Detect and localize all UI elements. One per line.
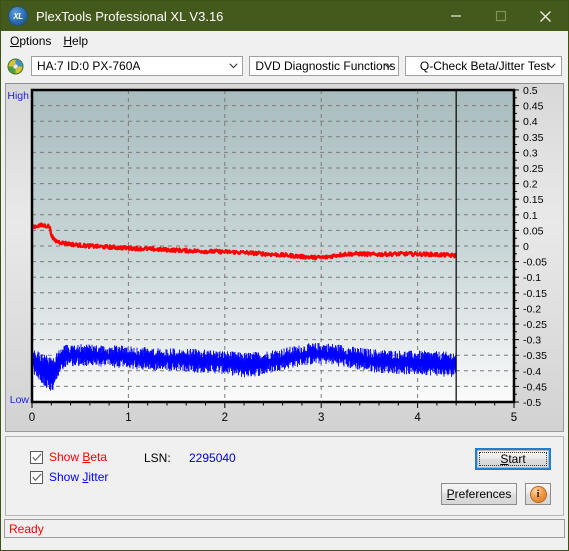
show-jitter-label: Show Jitter <box>49 470 109 484</box>
optical-disc-icon <box>7 58 24 75</box>
menu-bar: Options Help <box>1 31 568 51</box>
function-select[interactable]: DVD Diagnostic Functions <box>249 56 399 76</box>
svg-text:-0.45: -0.45 <box>523 381 547 393</box>
test-select-label: Q-Check Beta/Jitter Test <box>419 59 550 73</box>
svg-text:3: 3 <box>318 412 324 424</box>
show-beta-checkbox[interactable] <box>30 450 43 464</box>
start-button-focus-ring: Start <box>475 448 551 470</box>
svg-text:-0.15: -0.15 <box>523 288 547 300</box>
svg-text:1: 1 <box>125 412 131 424</box>
test-select[interactable]: Q-Check Beta/Jitter Test <box>404 56 562 76</box>
svg-text:5: 5 <box>511 412 517 424</box>
menu-item-options[interactable]: Options <box>7 32 60 50</box>
svg-text:0.05: 0.05 <box>523 225 544 237</box>
window-title: PlexTools Professional XL V3.16 <box>36 8 224 24</box>
svg-text:0.25: 0.25 <box>523 163 544 175</box>
xl-logo-icon: XL <box>9 7 27 25</box>
svg-text:Low: Low <box>10 394 30 406</box>
svg-text:0.1: 0.1 <box>523 210 538 222</box>
beta-jitter-chart: 0.5 0.45 0.4 0.35 0.3 0.25 0.2 0.15 0.1 0.05 0 -0.0… <box>7 85 547 424</box>
minimize-icon[interactable] <box>433 1 478 31</box>
window-controls <box>433 1 568 31</box>
controls-panel: Show Beta Show Jitter LSN: 2295040 Start… <box>5 436 564 516</box>
title-bar: XL PlexTools Professional XL V3.16 <box>1 1 568 31</box>
svg-text:-0.05: -0.05 <box>523 257 547 269</box>
preferences-button[interactable]: Preferences <box>441 483 517 505</box>
application-window: XL PlexTools Professional XL V3.16 Optio… <box>0 0 569 551</box>
status-bar: Ready <box>4 519 565 538</box>
menu-item-help[interactable]: Help <box>60 32 97 50</box>
svg-text:-0.3: -0.3 <box>523 335 541 347</box>
svg-text:0.45: 0.45 <box>523 101 544 113</box>
svg-text:0: 0 <box>29 412 35 424</box>
lsn-label: LSN: <box>144 451 171 465</box>
lsn-value: 2295040 <box>189 451 236 465</box>
menu-item-options-label: ptions <box>19 34 52 48</box>
show-jitter-row[interactable]: Show Jitter <box>30 470 108 484</box>
svg-text:0.35: 0.35 <box>523 132 544 144</box>
maximize-icon[interactable] <box>478 1 523 31</box>
svg-text:0.3: 0.3 <box>523 147 538 159</box>
close-icon[interactable] <box>523 1 568 31</box>
svg-text:High: High <box>7 90 29 102</box>
svg-text:0: 0 <box>523 241 529 253</box>
svg-text:2: 2 <box>222 412 228 424</box>
status-text: Ready <box>9 521 44 536</box>
svg-text:-0.25: -0.25 <box>523 319 547 331</box>
drive-select[interactable]: HA:7 ID:0 PX-760A <box>31 56 244 76</box>
svg-text:-0.2: -0.2 <box>523 303 541 315</box>
show-jitter-checkbox[interactable] <box>30 470 43 484</box>
svg-text:0.4: 0.4 <box>523 116 538 128</box>
drive-select-label: HA:7 ID:0 PX-760A <box>37 59 141 73</box>
start-button[interactable]: Start <box>477 450 549 468</box>
svg-text:4: 4 <box>414 412 421 424</box>
info-icon: i <box>530 486 546 502</box>
checkmark-icon <box>31 452 42 461</box>
info-button[interactable]: i <box>525 483 551 505</box>
checkmark-icon <box>31 472 42 481</box>
show-beta-row[interactable]: Show Beta <box>30 450 107 464</box>
svg-text:-0.35: -0.35 <box>523 350 547 362</box>
chevron-down-icon <box>382 63 395 69</box>
svg-text:0.5: 0.5 <box>523 85 538 97</box>
svg-text:-0.4: -0.4 <box>523 366 541 378</box>
toolbar: HA:7 ID:0 PX-760A DVD Diagnostic Functio… <box>1 51 568 81</box>
menu-item-help-label: elp <box>72 34 89 48</box>
function-select-label: DVD Diagnostic Functions <box>255 59 396 73</box>
svg-text:-0.5: -0.5 <box>523 397 541 409</box>
show-beta-label: Show Beta <box>49 450 108 464</box>
svg-text:-0.1: -0.1 <box>523 272 541 284</box>
chevron-down-icon <box>545 63 558 69</box>
chart-panel: 0.5 0.45 0.4 0.35 0.3 0.25 0.2 0.15 0.1 0.05 0 -0.0… <box>5 83 564 432</box>
chevron-down-icon <box>227 63 240 69</box>
svg-text:0.15: 0.15 <box>523 194 544 206</box>
svg-text:0.2: 0.2 <box>523 179 538 191</box>
